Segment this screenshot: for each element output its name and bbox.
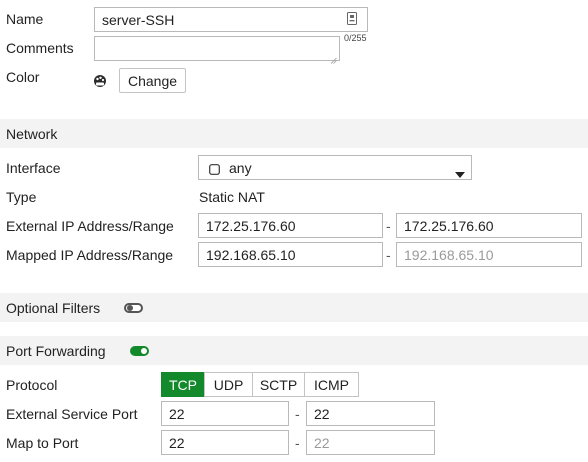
comments-counter: 0/255 — [344, 33, 367, 43]
protocol-tcp-button[interactable]: TCP — [161, 372, 205, 397]
map-port-start-value: 22 — [169, 434, 185, 451]
external-ip-label: External IP Address/Range — [6, 218, 174, 234]
external-ip-end-value: 172.25.176.60 — [404, 217, 494, 234]
resize-handle-icon[interactable] — [330, 51, 337, 64]
optional-filters-section-header: Optional Filters — [0, 293, 588, 322]
protocol-sctp-button[interactable]: SCTP — [252, 372, 305, 397]
port-forwarding-toggle[interactable] — [130, 346, 149, 356]
network-section-header: Network — [0, 119, 588, 148]
external-ip-start-input[interactable]: 172.25.176.60 — [198, 213, 383, 238]
external-port-end-input[interactable]: 22 — [306, 401, 435, 426]
interface-select[interactable]: any — [198, 155, 472, 180]
mapped-ip-start-input[interactable]: 192.168.65.10 — [198, 242, 383, 267]
protocol-label: Protocol — [6, 377, 58, 393]
external-port-start-input[interactable]: 22 — [161, 401, 289, 426]
name-input[interactable]: server-SSH — [94, 7, 368, 32]
external-port-range-separator: - — [295, 406, 300, 422]
map-port-end-input[interactable]: 22 — [306, 430, 435, 455]
interface-label: Interface — [6, 160, 61, 176]
map-port-end-placeholder: 22 — [314, 434, 330, 451]
optional-filters-toggle[interactable] — [124, 303, 143, 313]
interface-square-icon — [209, 162, 220, 175]
mapped-ip-range-separator: - — [386, 247, 391, 263]
name-value: server-SSH — [102, 11, 175, 28]
map-to-port-label: Map to Port — [6, 435, 79, 451]
color-change-button[interactable]: Change — [119, 68, 186, 93]
mapped-ip-end-input[interactable]: 192.168.65.10 — [396, 242, 582, 267]
type-value: Static NAT — [199, 189, 265, 205]
external-ip-end-input[interactable]: 172.25.176.60 — [396, 213, 582, 238]
optional-filters-title: Optional Filters — [6, 299, 101, 316]
type-label: Type — [6, 189, 37, 205]
protocol-udp-button[interactable]: UDP — [204, 372, 253, 397]
color-label: Color — [6, 69, 40, 85]
external-ip-start-value: 172.25.176.60 — [206, 217, 296, 234]
comments-label: Comments — [6, 40, 74, 56]
port-forwarding-title: Port Forwarding — [6, 342, 106, 359]
port-forwarding-section-header: Port Forwarding — [0, 336, 588, 365]
external-port-end-value: 22 — [314, 405, 330, 422]
id-card-icon[interactable] — [347, 12, 357, 25]
external-ip-range-separator: - — [386, 218, 391, 234]
caret-down-icon — [455, 165, 465, 178]
external-service-port-label: External Service Port — [6, 406, 138, 422]
external-port-start-value: 22 — [169, 405, 185, 422]
map-port-start-input[interactable]: 22 — [161, 430, 289, 455]
mapped-ip-end-placeholder: 192.168.65.10 — [404, 246, 494, 263]
comments-textarea[interactable] — [94, 36, 340, 61]
palette-icon — [93, 74, 107, 88]
protocol-icmp-button[interactable]: ICMP — [304, 372, 359, 397]
map-port-range-separator: - — [295, 435, 300, 451]
mapped-ip-label: Mapped IP Address/Range — [6, 247, 174, 263]
interface-value: any — [229, 160, 252, 176]
network-section-title: Network — [6, 125, 58, 142]
mapped-ip-start-value: 192.168.65.10 — [206, 246, 296, 263]
name-label: Name — [6, 11, 44, 27]
